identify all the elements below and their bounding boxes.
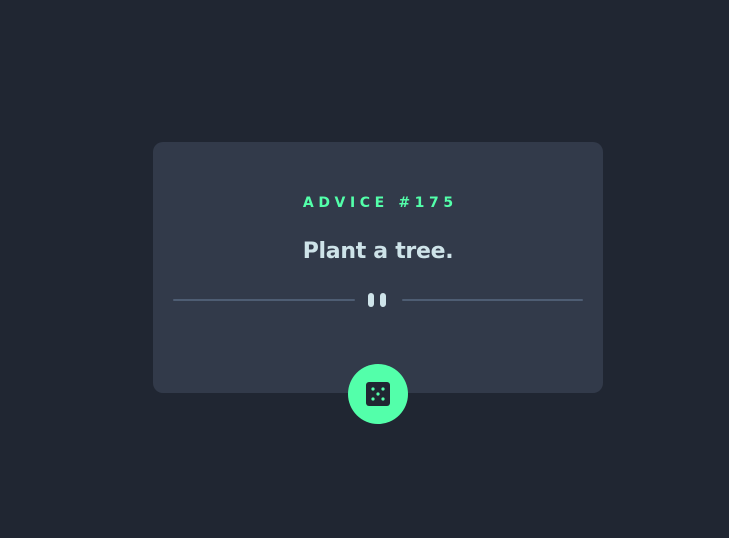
advice-quote: Plant a tree. bbox=[302, 239, 454, 264]
generate-advice-button[interactable] bbox=[348, 364, 408, 424]
divider-line-right bbox=[402, 299, 583, 301]
pause-icon bbox=[368, 293, 388, 307]
divider-line-left bbox=[173, 299, 355, 301]
pattern-divider bbox=[173, 290, 583, 310]
advice-id-label: ADVICE #175 bbox=[302, 195, 458, 211]
dice-icon bbox=[366, 382, 390, 406]
advice-card: ADVICE #175 Plant a tree. bbox=[153, 142, 603, 393]
